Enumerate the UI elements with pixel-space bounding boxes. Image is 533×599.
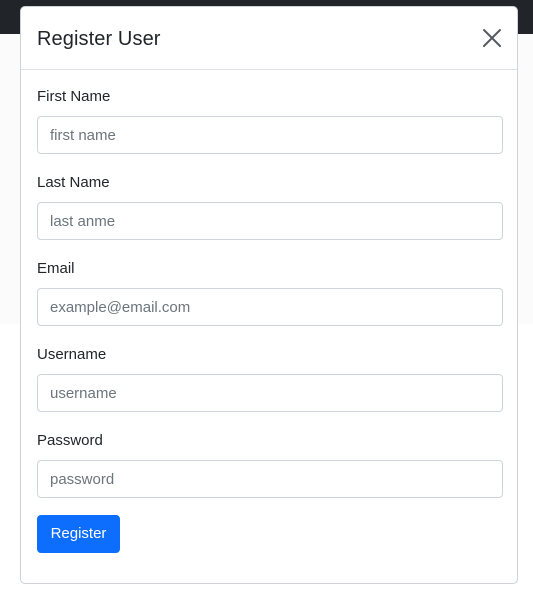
first-name-group: First Name (37, 69, 503, 155)
modal-body: First Name Last Name Email Username Pass… (37, 69, 503, 499)
email-label: Email (37, 260, 75, 277)
password-input[interactable] (37, 460, 503, 498)
register-button[interactable]: Register (37, 515, 120, 553)
password-group: Password (37, 413, 503, 499)
last-name-group: Last Name (37, 155, 503, 241)
first-name-input[interactable] (37, 116, 503, 154)
last-name-label: Last Name (37, 174, 110, 191)
modal-header: Register User (21, 7, 517, 70)
first-name-label: First Name (37, 88, 111, 105)
username-group: Username (37, 327, 503, 413)
username-input[interactable] (37, 374, 503, 412)
username-label: Username (37, 346, 107, 363)
last-name-input[interactable] (37, 202, 503, 240)
email-group: Email (37, 241, 503, 327)
close-icon (483, 29, 501, 47)
email-input[interactable] (37, 288, 503, 326)
modal-title: Register User (37, 28, 161, 50)
password-label: Password (37, 432, 103, 449)
close-button[interactable] (481, 27, 503, 49)
